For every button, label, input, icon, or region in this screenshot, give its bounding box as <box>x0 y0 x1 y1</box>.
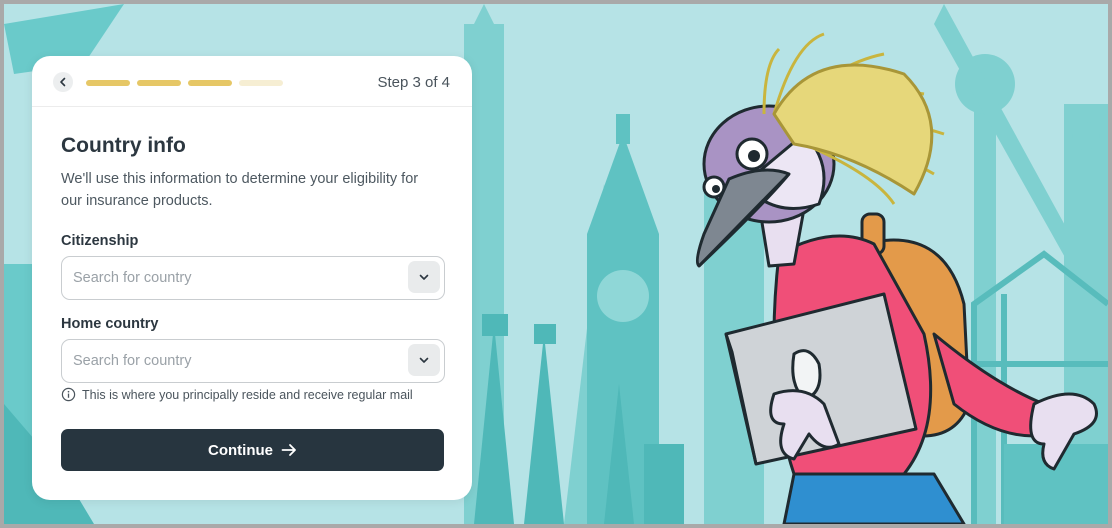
citizenship-select[interactable] <box>61 256 445 300</box>
progress-segment-3 <box>188 80 232 86</box>
citizenship-dropdown-button[interactable] <box>408 261 440 293</box>
page-frame: Step 3 of 4 Country info We'll use this … <box>4 4 1108 524</box>
back-chevron-icon <box>60 77 66 87</box>
step-indicator: Step 3 of 4 <box>377 74 450 91</box>
arrow-right-icon <box>281 444 296 456</box>
citizenship-search-input[interactable] <box>71 257 395 299</box>
country-info-card: Step 3 of 4 Country info We'll use this … <box>32 56 472 500</box>
chevron-down-icon <box>419 274 429 280</box>
progress-segment-2 <box>137 80 181 86</box>
back-button[interactable] <box>53 72 73 92</box>
continue-label: Continue <box>208 441 273 459</box>
home-country-label: Home country <box>61 316 159 332</box>
home-country-select[interactable] <box>61 339 445 383</box>
page-title: Country info <box>61 134 186 157</box>
page-description: We'll use this information to determine … <box>61 171 419 209</box>
hint-text: This is where you principally reside and… <box>82 387 413 402</box>
home-country-search-input[interactable] <box>71 340 395 382</box>
card-header: Step 3 of 4 <box>32 56 472 107</box>
step-progress-bar <box>86 80 283 86</box>
home-country-dropdown-button[interactable] <box>408 344 440 376</box>
progress-segment-4 <box>239 80 283 86</box>
info-icon <box>61 387 76 402</box>
citizenship-label: Citizenship <box>61 233 139 249</box>
chevron-down-icon <box>419 357 429 363</box>
continue-button[interactable]: Continue <box>61 429 444 471</box>
home-country-hint: This is where you principally reside and… <box>61 387 413 402</box>
progress-segment-1 <box>86 80 130 86</box>
